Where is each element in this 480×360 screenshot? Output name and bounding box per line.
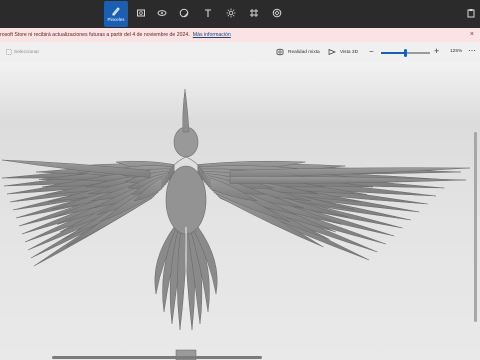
mixed-reality-label: Realidad mixta xyxy=(288,49,320,55)
brush-icon xyxy=(112,7,120,16)
view-3d-label: Vista 3D xyxy=(340,49,359,55)
bird-3d-model[interactable] xyxy=(0,62,480,360)
zoom-out-icon[interactable]: − xyxy=(369,47,374,56)
3d-shapes-icon xyxy=(157,10,167,16)
zoom-in-icon[interactable]: + xyxy=(434,46,439,56)
mixed-reality-button[interactable]: Realidad mixta xyxy=(276,47,320,57)
horizontal-scrollbar[interactable] xyxy=(52,356,262,359)
select-label: Seleccionar xyxy=(14,49,40,55)
sun-icon xyxy=(226,8,236,18)
3d-canvas[interactable] xyxy=(0,62,480,360)
model-base xyxy=(175,349,197,360)
notice-text: rosoft Store ni recibirá actualizaciones… xyxy=(0,32,190,38)
zoom-slider-thumb[interactable] xyxy=(404,48,407,57)
effects-tool[interactable] xyxy=(220,2,242,24)
view-3d-icon xyxy=(328,48,336,56)
bird-body xyxy=(165,165,207,235)
zoom-slider[interactable] xyxy=(381,48,430,57)
close-notice-icon[interactable]: × xyxy=(470,31,474,38)
store-notice-banner: rosoft Store ni recibirá actualizaciones… xyxy=(0,28,480,42)
more-options-icon[interactable]: ⋯ xyxy=(468,46,476,55)
view-3d-button[interactable]: Vista 3D xyxy=(328,47,358,57)
canvas-tool[interactable] xyxy=(243,2,265,24)
2d-shapes-tool[interactable] xyxy=(130,2,152,24)
text-icon xyxy=(205,9,211,17)
3d-library-icon xyxy=(272,8,282,18)
main-toolbar: Pinceles xyxy=(0,0,480,28)
mixed-reality-icon xyxy=(276,48,284,56)
paste-icon xyxy=(467,9,475,18)
3d-library-tool[interactable] xyxy=(266,2,288,24)
brushes-tool-label: Pinceles xyxy=(107,17,125,22)
2d-shapes-icon xyxy=(137,9,145,17)
vertical-scrollbar[interactable] xyxy=(474,132,477,322)
3d-shapes-tool[interactable] xyxy=(151,2,173,24)
stickers-tool[interactable] xyxy=(173,2,195,24)
zoom-level: 125% xyxy=(450,49,463,54)
view-toolbar: Seleccionar Realidad mixta Vista 3D − + … xyxy=(0,42,480,63)
right-wing-feather xyxy=(229,176,467,184)
select-button[interactable]: Seleccionar xyxy=(6,49,39,55)
select-icon xyxy=(6,49,12,55)
bird-beak xyxy=(182,88,190,133)
more-info-link[interactable]: Más información xyxy=(193,32,231,38)
sticker-icon xyxy=(179,8,189,18)
paste-button[interactable] xyxy=(460,2,480,24)
brushes-tool[interactable]: Pinceles xyxy=(104,1,128,27)
text-tool[interactable] xyxy=(197,2,219,24)
zoom-slider-fill xyxy=(381,52,406,54)
canvas-grid-icon xyxy=(250,9,258,17)
